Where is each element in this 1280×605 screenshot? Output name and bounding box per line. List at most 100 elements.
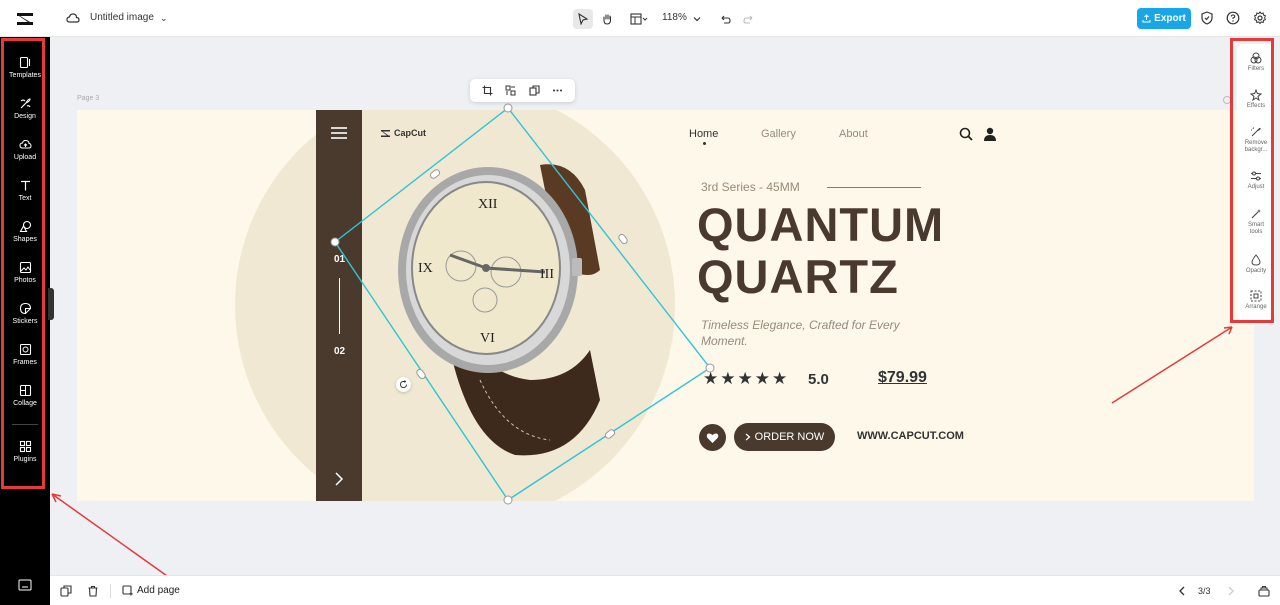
resize-handle-right[interactable]: [705, 363, 715, 373]
tool-label: Opacity: [1245, 268, 1267, 274]
tool-effects[interactable]: Effects: [1237, 89, 1275, 110]
sidebar-item-label: Shapes: [13, 235, 37, 243]
edge-handle-top-left[interactable]: [429, 169, 441, 180]
sidebar-item-text[interactable]: Text: [0, 170, 50, 210]
plugins-icon: [19, 440, 31, 452]
remove-background-icon: [1251, 127, 1261, 137]
numeral-ix: IX: [418, 261, 433, 276]
sidebar-item-collage[interactable]: Collage: [0, 375, 50, 415]
cloud-icon[interactable]: [66, 11, 80, 25]
tool-arrange[interactable]: Arrange: [1237, 290, 1275, 311]
templates-icon: [19, 56, 30, 68]
add-page-label: Add page: [137, 585, 180, 596]
pages-panel-icon[interactable]: [1258, 585, 1270, 597]
sidebar-collapse-handle[interactable]: [48, 288, 54, 320]
zoom-dropdown[interactable]: [687, 9, 707, 29]
tool-remove-background[interactable]: Remove backgr...: [1237, 126, 1275, 154]
layout-tool-button[interactable]: [625, 9, 653, 29]
trash-icon[interactable]: [87, 585, 99, 597]
tool-smart-tools[interactable]: Smart tools: [1237, 208, 1275, 236]
capcut-logo-icon[interactable]: [14, 8, 36, 30]
stickers-icon: [19, 302, 31, 314]
select-tool-button[interactable]: [573, 9, 593, 29]
bottom-divider: [110, 584, 111, 598]
hand-pivot: [482, 264, 490, 272]
sidebar-item-label: Stickers: [12, 317, 38, 325]
page-label: Page 3: [77, 95, 100, 102]
sidebar-item-frames[interactable]: Frames: [0, 334, 50, 374]
tool-adjust[interactable]: Adjust: [1237, 170, 1275, 191]
document-title[interactable]: Untitled image: [90, 12, 154, 23]
gear-icon[interactable]: [1253, 11, 1267, 25]
resize-handle-bottom[interactable]: [503, 495, 513, 505]
floating-toolbar: [470, 79, 575, 102]
sidebar-divider: [12, 424, 38, 425]
keyboard-icon[interactable]: [18, 579, 32, 591]
redo-button[interactable]: [739, 9, 759, 29]
design-icon: [20, 97, 31, 108]
smart-cutout-icon[interactable]: [505, 85, 516, 96]
text-icon: [20, 180, 30, 190]
add-page-button[interactable]: Add page: [122, 585, 180, 596]
duplicate-page-icon[interactable]: [60, 585, 72, 597]
bottom-bar: Add page 3/3: [50, 575, 1280, 605]
nav-about: About: [839, 128, 868, 140]
page-options-icon[interactable]: [1222, 95, 1232, 105]
edge-handle-bottom-left[interactable]: [416, 368, 427, 380]
resize-handle-left[interactable]: [330, 237, 340, 247]
sidebar-item-upload[interactable]: Upload: [0, 129, 50, 169]
duplicate-icon[interactable]: [529, 85, 540, 96]
undo-icon: [721, 15, 731, 24]
tool-opacity[interactable]: Opacity: [1237, 254, 1275, 275]
watch-image[interactable]: XII III VI IX: [300, 100, 740, 520]
zoom-level[interactable]: 118%: [662, 12, 687, 23]
add-page-icon: [122, 585, 133, 596]
right-tool-panel: Filters Effects Remove backgr... Adjust …: [1237, 44, 1275, 320]
sidebar-item-templates[interactable]: Templates: [0, 47, 50, 87]
sidebar-item-stickers[interactable]: Stickers: [0, 293, 50, 333]
website-url: WWW.CAPCUT.COM: [857, 430, 964, 442]
chevron-right-icon[interactable]: [1225, 585, 1237, 597]
rotate-handle[interactable]: [396, 377, 411, 392]
more-icon[interactable]: [552, 85, 563, 96]
watch-crown: [572, 258, 582, 276]
sidebar-item-label: Upload: [13, 153, 37, 161]
export-button[interactable]: Export: [1137, 8, 1191, 29]
tool-filters[interactable]: Filters: [1237, 52, 1275, 73]
filters-icon: [1250, 52, 1262, 64]
tool-label: Effects: [1246, 103, 1266, 109]
photos-icon: [19, 261, 31, 273]
sidebar-item-label: Collage: [13, 399, 37, 407]
arrange-icon: [1250, 290, 1262, 302]
effects-icon: [1250, 89, 1262, 101]
sidebar-item-label: Templates: [9, 71, 41, 79]
chevron-down-icon[interactable]: ⌄: [160, 13, 168, 24]
redo-icon: [743, 15, 753, 24]
sidebar-item-label: Photos: [14, 276, 36, 284]
layout-icon: [630, 13, 648, 25]
export-label: Export: [1154, 13, 1186, 24]
tool-label: Filters: [1247, 66, 1265, 72]
order-now-button: ORDER NOW: [734, 423, 835, 451]
edge-handle-top-right[interactable]: [618, 233, 629, 245]
sidebar-item-shapes[interactable]: Shapes: [0, 211, 50, 251]
shapes-icon: [19, 220, 31, 232]
undo-button[interactable]: [715, 9, 735, 29]
sidebar-item-plugins[interactable]: Plugins: [0, 431, 50, 471]
adjust-icon: [1251, 171, 1261, 181]
rating-value: 5.0: [808, 371, 829, 388]
numeral-xii: XII: [478, 197, 498, 212]
hand-tool-button[interactable]: [597, 9, 617, 29]
cursor-icon: [578, 13, 589, 25]
help-icon[interactable]: [1226, 11, 1240, 25]
sidebar-item-label: Design: [14, 112, 36, 120]
crop-icon[interactable]: [482, 85, 493, 96]
resize-handle-top[interactable]: [503, 103, 513, 113]
page-indicator: 3/3: [1198, 586, 1211, 596]
chevron-left-icon[interactable]: [1176, 585, 1188, 597]
price: $79.99: [878, 369, 927, 386]
upload-icon: [18, 139, 32, 148]
shield-icon[interactable]: [1200, 11, 1214, 25]
sidebar-item-photos[interactable]: Photos: [0, 252, 50, 292]
sidebar-item-design[interactable]: Design: [0, 88, 50, 128]
